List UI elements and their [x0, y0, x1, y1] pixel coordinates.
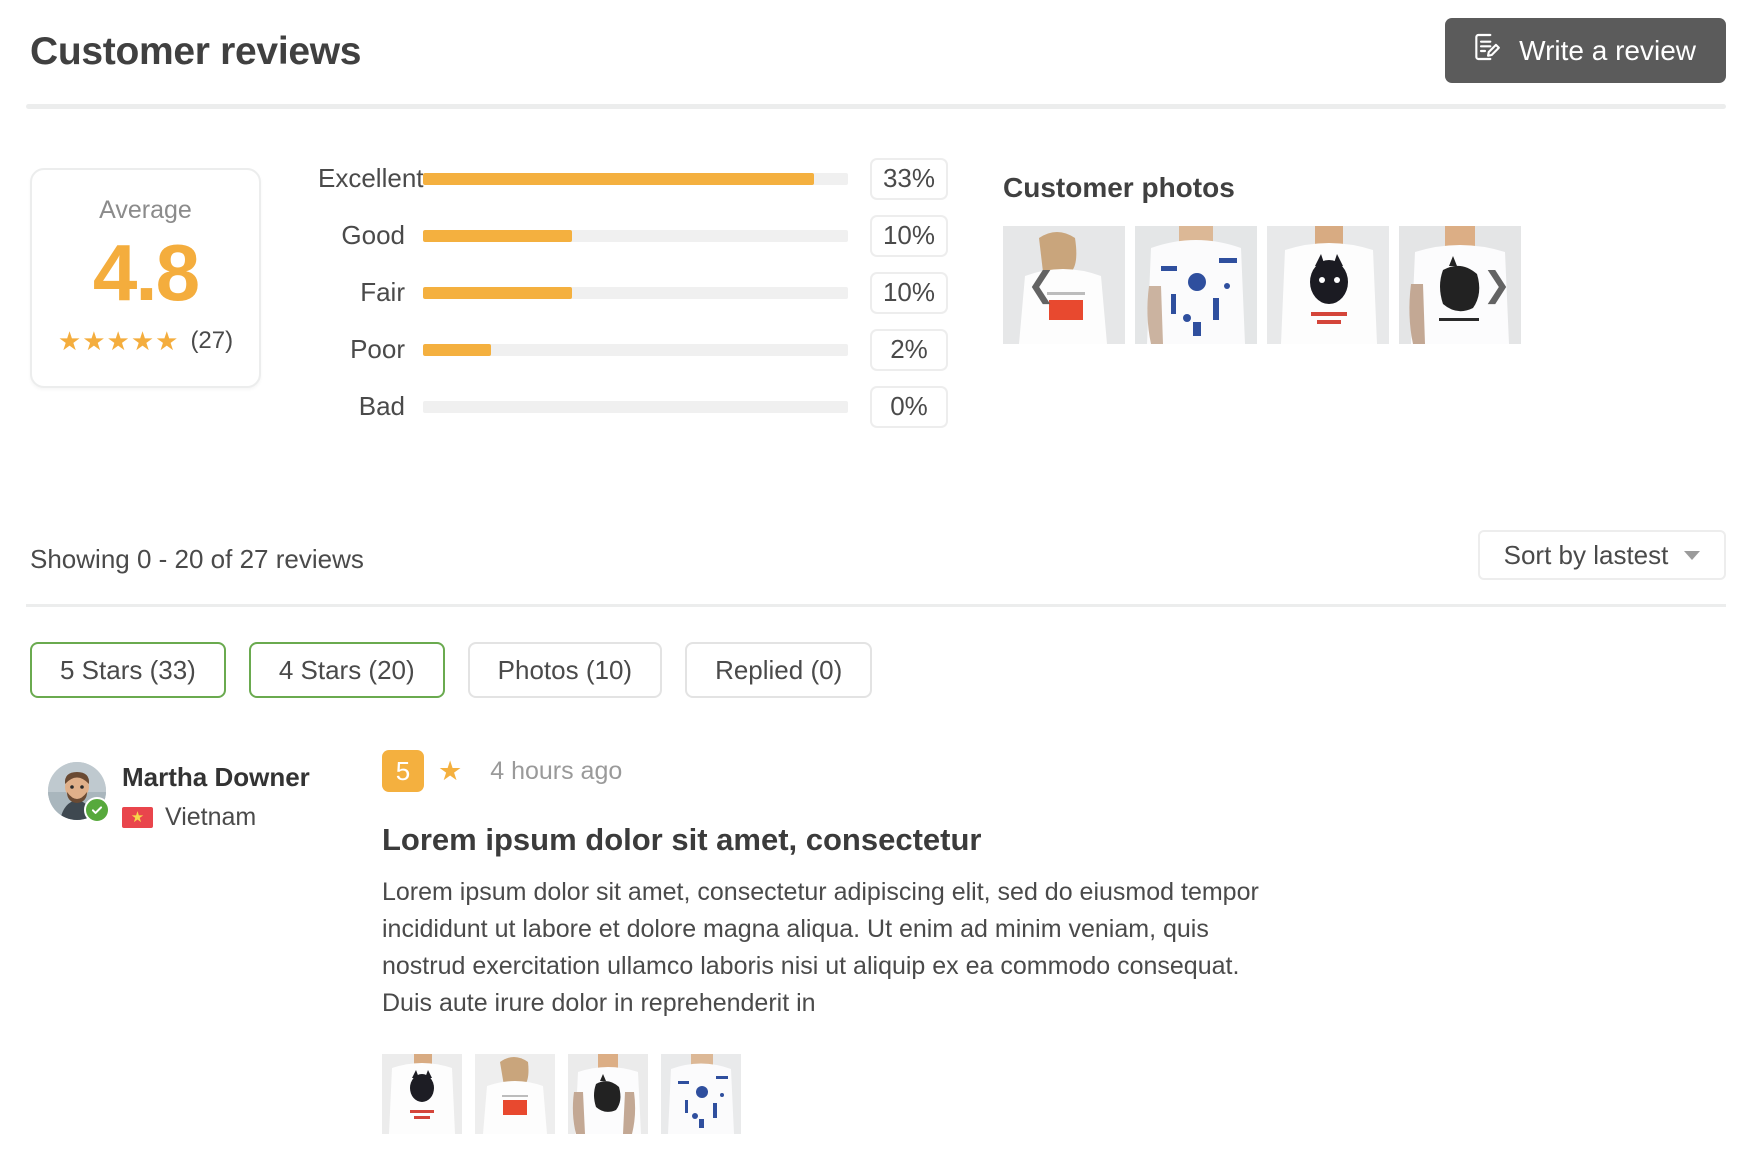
rating-bar-row: Bad 0% — [318, 378, 948, 435]
review-rating-row: 5 ★ 4 hours ago — [382, 750, 1752, 792]
customer-photo[interactable] — [1003, 226, 1125, 344]
rating-bar-percent: 0% — [870, 385, 948, 428]
rating-bar-row: Fair 10% — [318, 264, 948, 321]
rating-bar-fill — [423, 172, 814, 185]
filter-chip-3[interactable]: Replied (0) — [685, 642, 873, 698]
reviewer-name: Martha Downer — [122, 762, 310, 792]
star-icon: ★ — [57, 326, 82, 356]
avatar-wrapper — [48, 762, 110, 823]
sort-label: Sort by lastest — [1503, 539, 1669, 570]
rating-bar-label: Fair — [360, 277, 405, 307]
average-stars-row: ★ ★ ★ ★ ★ (27) — [58, 327, 233, 355]
rating-bar-fill — [423, 286, 572, 299]
chevron-right-icon[interactable]: ❯ — [1483, 268, 1512, 302]
reviewer-meta: Martha Downer ★ Vietnam — [122, 762, 310, 832]
star-icon: ★ — [106, 326, 130, 356]
rating-bar-row: Poor 2% — [318, 321, 948, 378]
review-title: Lorem ipsum dolor sit amet, consectetur — [382, 822, 982, 857]
rating-bar-row: Excellent 33% — [318, 150, 948, 207]
reviewer-country: ★ Vietnam — [122, 803, 310, 832]
review-photo[interactable] — [661, 1054, 741, 1134]
review-item: Martha Downer ★ Vietnam 5 ★ 4 hours ago … — [0, 698, 1752, 1170]
average-label: Average — [99, 196, 192, 224]
write-review-label: Write a review — [1519, 34, 1696, 66]
review-text: Lorem ipsum dolor sit amet, consectetur … — [382, 878, 1259, 1017]
controls-divider — [26, 604, 1726, 607]
review-photo[interactable] — [568, 1054, 648, 1134]
customer-photos-carousel: ❮ ❯ — [1003, 226, 1521, 344]
review-content: 5 ★ 4 hours ago Lorem ipsum dolor sit am… — [378, 750, 1752, 1170]
rating-bar-percent: 33% — [870, 157, 948, 200]
chevron-down-icon — [1684, 550, 1701, 560]
rating-bar-percent: 10% — [870, 271, 948, 314]
chevron-left-icon[interactable]: ❮ — [1027, 268, 1056, 302]
page-title: Customer reviews — [30, 30, 362, 73]
rating-bar-label: Bad — [358, 391, 405, 421]
rating-bar-label: Poor — [350, 334, 405, 364]
rating-bar-track — [423, 286, 848, 299]
filter-chip-group: 5 Stars (33) 4 Stars (20) Photos (10) Repli… — [0, 606, 1752, 698]
average-rating-card: Average 4.8 ★ ★ ★ ★ ★ (27) — [30, 168, 261, 388]
write-review-button[interactable]: Write a review — [1445, 18, 1726, 83]
page-header: Customer reviews Write a review — [0, 0, 1752, 109]
rating-badge: 5 — [382, 750, 424, 792]
customer-photos-title: Customer photos — [1003, 172, 1235, 203]
average-score: 4.8 — [92, 228, 200, 317]
filter-chip-0[interactable]: 5 Stars (33) — [30, 642, 226, 698]
rating-bar-track — [423, 400, 848, 413]
review-timestamp: 4 hours ago — [490, 756, 623, 785]
rating-bar-percent: 2% — [870, 328, 948, 371]
filter-chip-1[interactable]: 4 Stars (20) — [248, 642, 445, 698]
rating-bar-fill — [423, 229, 572, 242]
vietnam-flag-icon: ★ — [122, 807, 153, 828]
rating-bar-fill — [423, 343, 491, 356]
review-photo[interactable] — [475, 1054, 555, 1134]
showing-count: Showing 0 - 20 of 27 reviews — [30, 544, 364, 574]
rating-bar-label: Excellent — [318, 163, 424, 193]
rating-bar-track — [423, 229, 848, 242]
reviews-summary: Average 4.8 ★ ★ ★ ★ ★ (27) Excellent 33% Good 1… — [0, 108, 1752, 438]
customer-reviews-page: Customer reviews Write a review Average … — [0, 0, 1752, 1170]
star-icon: ★ — [130, 326, 155, 356]
review-count: (27) — [190, 327, 234, 354]
customer-photo[interactable] — [1135, 226, 1257, 344]
star-icon: ★ — [155, 326, 179, 356]
country-name: Vietnam — [165, 803, 257, 831]
star-rating: ★ ★ ★ ★ ★ — [58, 328, 179, 354]
verified-check-icon — [84, 797, 110, 823]
star-icon: ★ — [438, 755, 463, 786]
sort-dropdown[interactable]: Sort by lastest — [1478, 530, 1726, 580]
rating-bar-row: Good 10% — [318, 207, 948, 264]
review-list-controls: Showing 0 - 20 of 27 reviews Sort by las… — [0, 530, 1752, 607]
document-pencil-icon — [1471, 31, 1503, 70]
customer-photo[interactable] — [1267, 226, 1389, 344]
customer-photos-panel: Customer photos ❮ ❯ — [1003, 172, 1521, 344]
review-photo-list — [382, 1054, 1752, 1134]
filter-chip-2[interactable]: Photos (10) — [467, 642, 663, 698]
rating-bar-track — [423, 343, 848, 356]
rating-bar-percent: 10% — [870, 214, 948, 257]
reviewer-info: Martha Downer ★ Vietnam — [48, 750, 378, 1170]
review-photo[interactable] — [382, 1054, 462, 1134]
rating-bar-label: Good — [341, 220, 405, 250]
star-icon: ★ — [82, 326, 106, 356]
rating-breakdown: Excellent 33% Good 10% Fair 10% Poor 2% Bad 0% — [318, 150, 948, 435]
rating-bar-track — [423, 172, 848, 185]
